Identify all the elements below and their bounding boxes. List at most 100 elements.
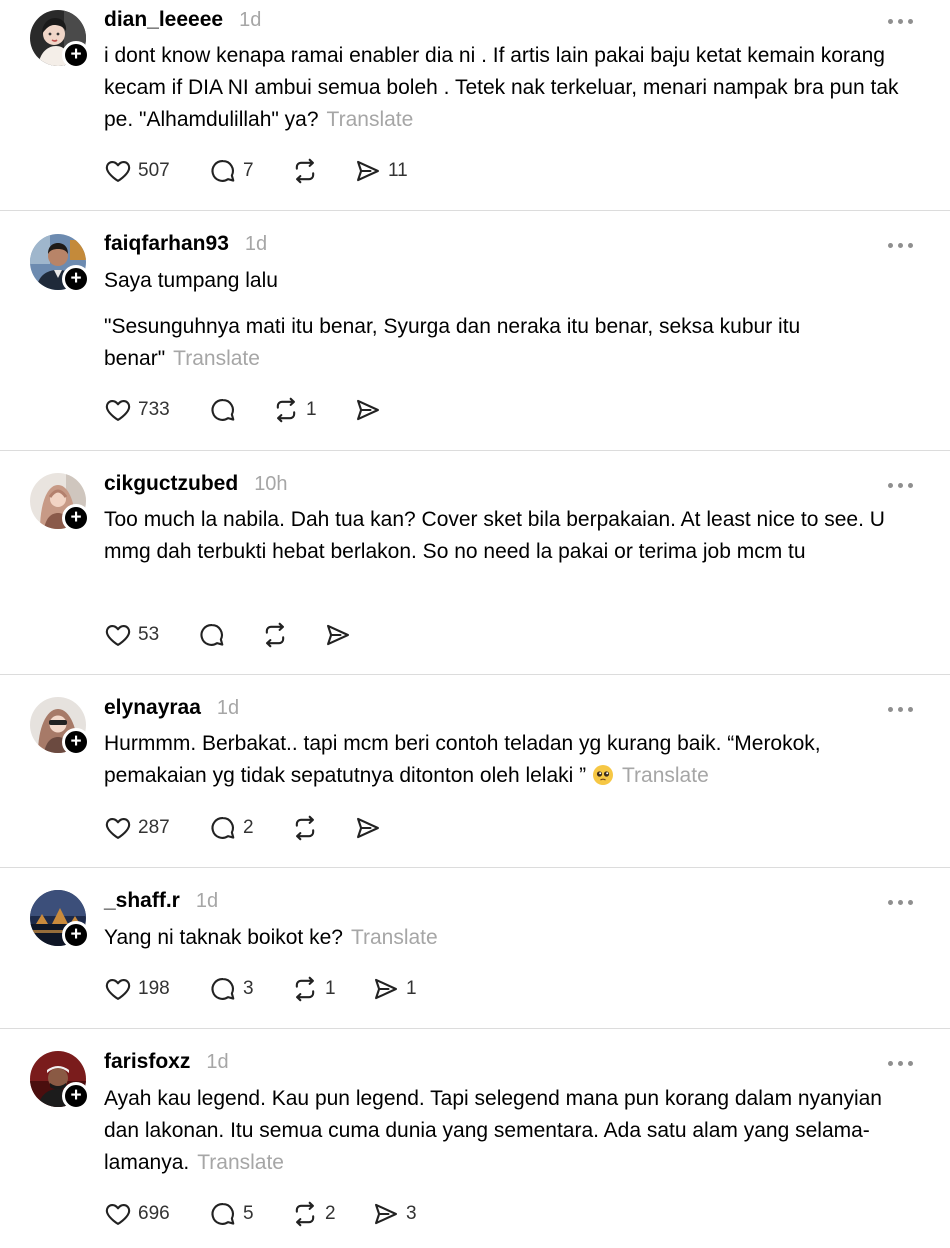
reply-count: 5 bbox=[243, 1203, 254, 1224]
translate-link[interactable]: Translate bbox=[197, 1151, 284, 1174]
like-button[interactable]: 507 bbox=[104, 155, 170, 187]
share-icon bbox=[372, 1200, 400, 1228]
comment-icon bbox=[198, 621, 226, 649]
like-button[interactable]: 696 bbox=[104, 1198, 170, 1230]
follow-plus-icon[interactable]: + bbox=[62, 41, 90, 69]
like-count: 507 bbox=[138, 160, 170, 181]
thread-replies-feed: + dian_leeeee 1d i dont know kenapa rama… bbox=[0, 0, 950, 1248]
comment-icon bbox=[209, 975, 237, 1003]
more-options-icon[interactable] bbox=[888, 240, 918, 250]
heart-icon bbox=[104, 814, 132, 842]
username[interactable]: dian_leeeee bbox=[104, 8, 223, 32]
reply-count: 3 bbox=[243, 978, 254, 999]
share-button[interactable]: 3 bbox=[372, 1198, 417, 1230]
post-time: 1d bbox=[239, 9, 262, 31]
translate-link[interactable]: Translate bbox=[622, 764, 709, 787]
post-time: 1d bbox=[216, 697, 240, 719]
share-button[interactable] bbox=[354, 394, 388, 426]
post-time: 1d bbox=[195, 890, 219, 912]
more-options-icon[interactable] bbox=[888, 16, 918, 26]
reply-count: 7 bbox=[243, 160, 254, 181]
repost-icon bbox=[291, 814, 319, 842]
translate-link[interactable]: Translate bbox=[327, 108, 414, 131]
reply-button[interactable]: 7 bbox=[209, 155, 254, 187]
username[interactable]: elynayraa bbox=[104, 696, 201, 720]
post-text: Yang ni taknak boikot ke? Translate bbox=[104, 926, 438, 949]
username[interactable]: _shaff.r bbox=[104, 889, 180, 913]
share-icon bbox=[372, 975, 400, 1003]
like-button[interactable]: 287 bbox=[104, 812, 170, 844]
comment-icon bbox=[209, 396, 237, 424]
repost-button[interactable]: 1 bbox=[272, 394, 317, 426]
more-options-icon[interactable] bbox=[888, 480, 918, 490]
follow-plus-icon[interactable]: + bbox=[62, 921, 90, 949]
post-text: i dont know kenapa ramai enabler dia ni … bbox=[104, 44, 899, 131]
like-count: 198 bbox=[138, 978, 170, 999]
divider bbox=[0, 1028, 950, 1029]
heart-icon bbox=[104, 157, 132, 185]
repost-icon bbox=[291, 975, 319, 1003]
comment-icon bbox=[209, 814, 237, 842]
username[interactable]: farisfoxz bbox=[104, 1050, 190, 1074]
repost-icon bbox=[291, 1200, 319, 1228]
reply-button[interactable] bbox=[209, 394, 243, 426]
divider bbox=[0, 210, 950, 211]
share-icon bbox=[354, 396, 382, 424]
pleading-face-emoji-icon bbox=[592, 765, 613, 785]
like-count: 696 bbox=[138, 1203, 170, 1224]
like-button[interactable]: 198 bbox=[104, 973, 170, 1005]
share-count: 1 bbox=[406, 978, 417, 999]
share-button[interactable] bbox=[354, 812, 388, 844]
username[interactable]: cikguctzubed bbox=[104, 472, 238, 496]
divider bbox=[0, 867, 950, 868]
repost-button[interactable] bbox=[291, 155, 325, 187]
follow-plus-icon[interactable]: + bbox=[62, 504, 90, 532]
share-count: 11 bbox=[388, 160, 408, 181]
post-text: Saya tumpang lalu bbox=[104, 269, 278, 292]
username[interactable]: faiqfarhan93 bbox=[104, 232, 229, 256]
more-options-icon[interactable] bbox=[888, 1058, 918, 1068]
like-button[interactable]: 733 bbox=[104, 394, 170, 426]
repost-count: 2 bbox=[325, 1203, 336, 1224]
follow-plus-icon[interactable]: + bbox=[62, 265, 90, 293]
heart-icon bbox=[104, 396, 132, 424]
reply-button[interactable]: 2 bbox=[209, 812, 254, 844]
more-options-icon[interactable] bbox=[888, 897, 918, 907]
heart-icon bbox=[104, 1200, 132, 1228]
share-button[interactable]: 11 bbox=[354, 155, 408, 187]
follow-plus-icon[interactable]: + bbox=[62, 1082, 90, 1110]
repost-count: 1 bbox=[325, 978, 336, 999]
comment-icon bbox=[209, 1200, 237, 1228]
repost-button[interactable] bbox=[291, 812, 325, 844]
comment-icon bbox=[209, 157, 237, 185]
share-icon bbox=[354, 157, 382, 185]
reply-button[interactable] bbox=[198, 619, 232, 651]
repost-icon bbox=[291, 157, 319, 185]
more-options-icon[interactable] bbox=[888, 704, 918, 714]
reply-count: 2 bbox=[243, 817, 254, 838]
share-button[interactable] bbox=[324, 619, 358, 651]
share-icon bbox=[324, 621, 352, 649]
repost-icon bbox=[261, 621, 289, 649]
divider bbox=[0, 674, 950, 675]
follow-plus-icon[interactable]: + bbox=[62, 728, 90, 756]
repost-button[interactable]: 1 bbox=[291, 973, 336, 1005]
reply-button[interactable]: 5 bbox=[209, 1198, 254, 1230]
repost-icon bbox=[272, 396, 300, 424]
post-text: Hurmmm. Berbakat.. tapi mcm beri contoh … bbox=[104, 732, 821, 787]
repost-button[interactable]: 2 bbox=[291, 1198, 336, 1230]
divider bbox=[0, 450, 950, 451]
share-button[interactable]: 1 bbox=[372, 973, 417, 1005]
post-time: 1d bbox=[206, 1051, 229, 1073]
repost-button[interactable] bbox=[261, 619, 295, 651]
heart-icon bbox=[104, 975, 132, 1003]
translate-link[interactable]: Translate bbox=[351, 926, 438, 949]
like-button[interactable]: 53 bbox=[104, 619, 159, 651]
reply-button[interactable]: 3 bbox=[209, 973, 254, 1005]
like-count: 733 bbox=[138, 399, 170, 420]
post-text: Too much la nabila. Dah tua kan? Cover s… bbox=[104, 508, 885, 563]
post-time: 10h bbox=[254, 473, 288, 495]
like-count: 287 bbox=[138, 817, 170, 838]
translate-link[interactable]: Translate bbox=[173, 347, 260, 370]
like-count: 53 bbox=[138, 624, 160, 645]
